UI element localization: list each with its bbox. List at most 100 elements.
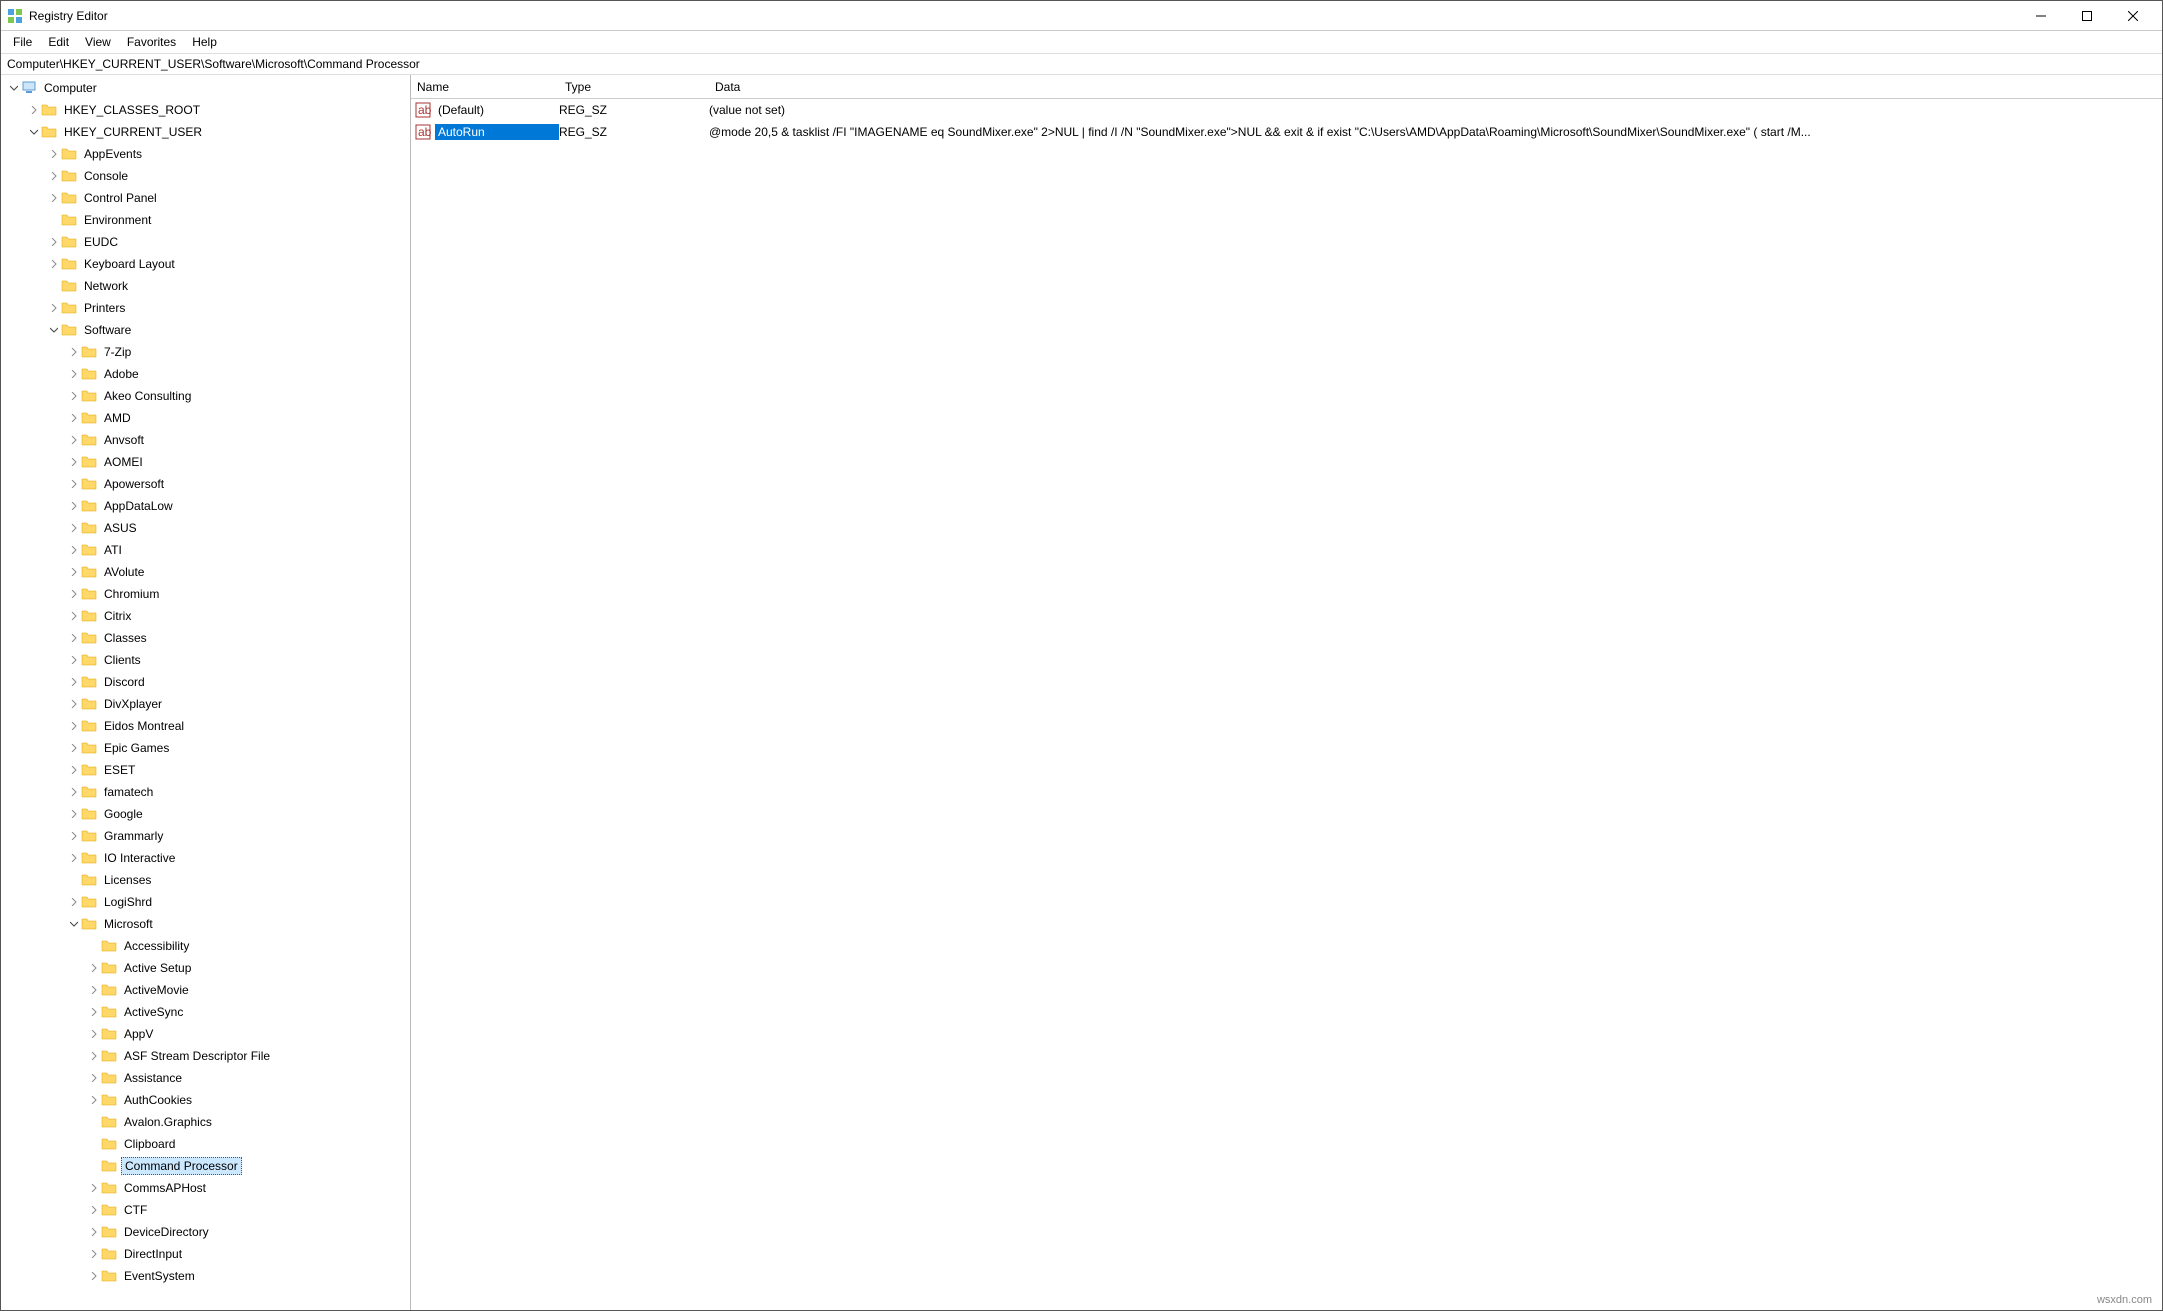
expand-icon[interactable] <box>67 546 81 554</box>
tree-ms-avalon.graphics[interactable]: Avalon.Graphics <box>1 1111 410 1133</box>
tree-hkcu-printers[interactable]: Printers <box>1 297 410 319</box>
tree-sw-avolute[interactable]: AVolute <box>1 561 410 583</box>
expand-icon[interactable] <box>67 722 81 730</box>
menu-file[interactable]: File <box>5 33 40 51</box>
expand-icon[interactable] <box>47 194 61 202</box>
tree-sw-citrix[interactable]: Citrix <box>1 605 410 627</box>
expand-icon[interactable] <box>87 1030 101 1038</box>
expand-icon[interactable] <box>47 326 61 334</box>
minimize-button[interactable] <box>2018 2 2064 30</box>
expand-icon[interactable] <box>67 788 81 796</box>
tree-sw-akeo-consulting[interactable]: Akeo Consulting <box>1 385 410 407</box>
expand-icon[interactable] <box>27 106 41 114</box>
tree-computer[interactable]: Computer <box>1 77 410 99</box>
expand-icon[interactable] <box>67 678 81 686</box>
expand-icon[interactable] <box>67 766 81 774</box>
menu-favorites[interactable]: Favorites <box>119 33 184 51</box>
tree-hkcu-eudc[interactable]: EUDC <box>1 231 410 253</box>
expand-icon[interactable] <box>87 1228 101 1236</box>
tree-sw-apowersoft[interactable]: Apowersoft <box>1 473 410 495</box>
close-button[interactable] <box>2110 2 2156 30</box>
expand-icon[interactable] <box>87 1184 101 1192</box>
tree-sw-aomei[interactable]: AOMEI <box>1 451 410 473</box>
expand-icon[interactable] <box>87 964 101 972</box>
tree-ms-commsaphost[interactable]: CommsAPHost <box>1 1177 410 1199</box>
expand-icon[interactable] <box>47 260 61 268</box>
tree-ms-assistance[interactable]: Assistance <box>1 1067 410 1089</box>
tree-ms-appv[interactable]: AppV <box>1 1023 410 1045</box>
tree-sw-divxplayer[interactable]: DivXplayer <box>1 693 410 715</box>
tree-panel[interactable]: ComputerHKEY_CLASSES_ROOTHKEY_CURRENT_US… <box>1 75 411 1310</box>
tree-hkcu-software[interactable]: Software <box>1 319 410 341</box>
expand-icon[interactable] <box>67 436 81 444</box>
tree-ms-clipboard[interactable]: Clipboard <box>1 1133 410 1155</box>
tree-hkcr[interactable]: HKEY_CLASSES_ROOT <box>1 99 410 121</box>
maximize-button[interactable] <box>2064 2 2110 30</box>
address-bar[interactable]: Computer\HKEY_CURRENT_USER\Software\Micr… <box>1 53 2162 75</box>
expand-icon[interactable] <box>67 612 81 620</box>
menu-view[interactable]: View <box>77 33 119 51</box>
tree-hkcu-keyboard-layout[interactable]: Keyboard Layout <box>1 253 410 275</box>
expand-icon[interactable] <box>67 920 81 928</box>
menu-edit[interactable]: Edit <box>40 33 77 51</box>
tree-sw-ati[interactable]: ATI <box>1 539 410 561</box>
tree-sw-asus[interactable]: ASUS <box>1 517 410 539</box>
expand-icon[interactable] <box>87 1074 101 1082</box>
tree-sw-licenses[interactable]: Licenses <box>1 869 410 891</box>
expand-icon[interactable] <box>67 700 81 708</box>
tree-ms-activemovie[interactable]: ActiveMovie <box>1 979 410 1001</box>
col-name[interactable]: Name <box>411 80 559 94</box>
expand-icon[interactable] <box>67 744 81 752</box>
tree-sw-clients[interactable]: Clients <box>1 649 410 671</box>
tree-hkcu-appevents[interactable]: AppEvents <box>1 143 410 165</box>
expand-icon[interactable] <box>67 634 81 642</box>
expand-icon[interactable] <box>87 986 101 994</box>
tree-hkcu-console[interactable]: Console <box>1 165 410 187</box>
expand-icon[interactable] <box>67 414 81 422</box>
expand-icon[interactable] <box>87 1250 101 1258</box>
expand-icon[interactable] <box>87 1272 101 1280</box>
expand-icon[interactable] <box>47 304 61 312</box>
tree-sw-discord[interactable]: Discord <box>1 671 410 693</box>
tree-sw-appdatalow[interactable]: AppDataLow <box>1 495 410 517</box>
tree-sw-7-zip[interactable]: 7-Zip <box>1 341 410 363</box>
tree-ms-directinput[interactable]: DirectInput <box>1 1243 410 1265</box>
tree-hkcu-control-panel[interactable]: Control Panel <box>1 187 410 209</box>
col-type[interactable]: Type <box>559 80 709 94</box>
expand-icon[interactable] <box>67 810 81 818</box>
expand-icon[interactable] <box>47 172 61 180</box>
tree-sw-logishrd[interactable]: LogiShrd <box>1 891 410 913</box>
tree-ms-asf-stream-descriptor-file[interactable]: ASF Stream Descriptor File <box>1 1045 410 1067</box>
tree-sw-famatech[interactable]: famatech <box>1 781 410 803</box>
expand-icon[interactable] <box>67 480 81 488</box>
tree-sw-amd[interactable]: AMD <box>1 407 410 429</box>
expand-icon[interactable] <box>67 656 81 664</box>
tree-sw-adobe[interactable]: Adobe <box>1 363 410 385</box>
expand-icon[interactable] <box>87 1206 101 1214</box>
expand-icon[interactable] <box>67 524 81 532</box>
tree-sw-epic-games[interactable]: Epic Games <box>1 737 410 759</box>
tree-ms-accessibility[interactable]: Accessibility <box>1 935 410 957</box>
tree-ms-ctf[interactable]: CTF <box>1 1199 410 1221</box>
tree-sw-io-interactive[interactable]: IO Interactive <box>1 847 410 869</box>
expand-icon[interactable] <box>47 150 61 158</box>
expand-icon[interactable] <box>67 370 81 378</box>
expand-icon[interactable] <box>67 590 81 598</box>
expand-icon[interactable] <box>67 348 81 356</box>
tree-sw-grammarly[interactable]: Grammarly <box>1 825 410 847</box>
expand-icon[interactable] <box>67 854 81 862</box>
value-row[interactable]: ab(Default)REG_SZ(value not set) <box>411 99 2162 121</box>
expand-icon[interactable] <box>87 1008 101 1016</box>
expand-icon[interactable] <box>27 128 41 136</box>
tree-ms-active-setup[interactable]: Active Setup <box>1 957 410 979</box>
tree-sw-classes[interactable]: Classes <box>1 627 410 649</box>
expand-icon[interactable] <box>47 238 61 246</box>
tree-sw-google[interactable]: Google <box>1 803 410 825</box>
expand-icon[interactable] <box>67 392 81 400</box>
tree-sw-chromium[interactable]: Chromium <box>1 583 410 605</box>
menu-help[interactable]: Help <box>184 33 225 51</box>
expand-icon[interactable] <box>67 458 81 466</box>
tree-ms-devicedirectory[interactable]: DeviceDirectory <box>1 1221 410 1243</box>
tree-ms-activesync[interactable]: ActiveSync <box>1 1001 410 1023</box>
tree-hkcu-environment[interactable]: Environment <box>1 209 410 231</box>
